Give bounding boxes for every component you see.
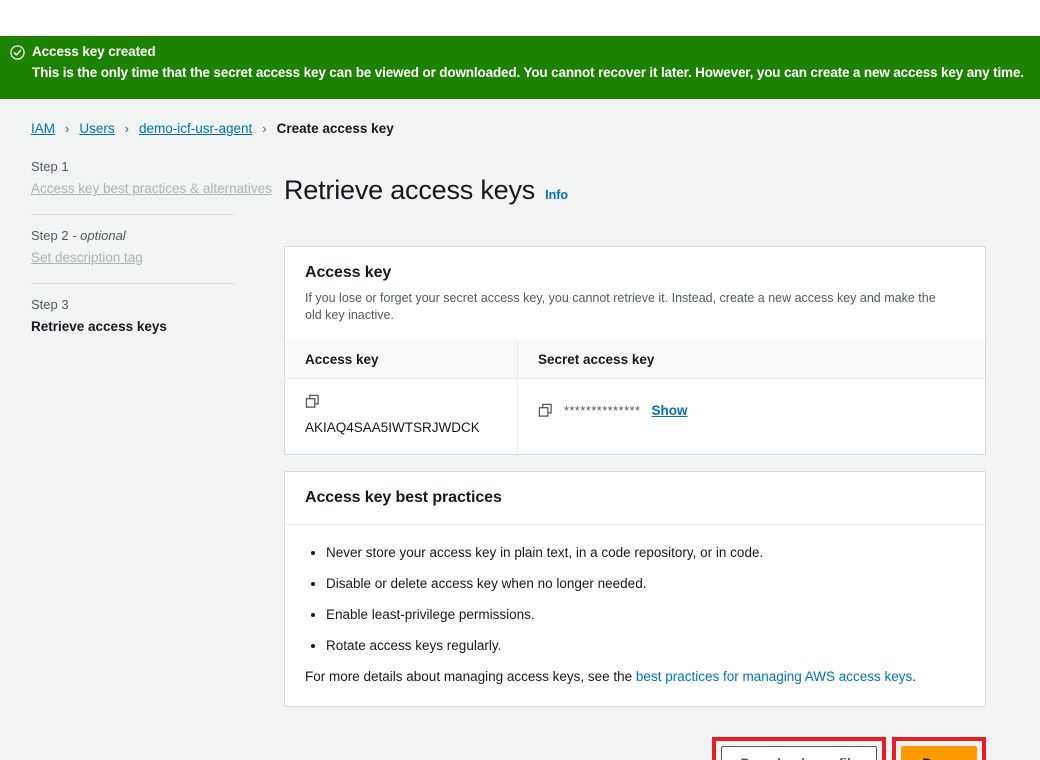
breadcrumb-item-users[interactable]: Users (79, 121, 114, 136)
check-circle-icon (10, 45, 25, 60)
step-1-number: Step 1 (31, 159, 69, 174)
breadcrumb-separator-icon: › (262, 121, 267, 136)
access-key-card-description: If you lose or forget your secret access… (305, 291, 936, 323)
wizard-steps-sidebar: Step 1 Access key best practices & alter… (0, 156, 284, 760)
access-key-card-title: Access key (305, 264, 392, 282)
step-2-optional-text: - optional (68, 228, 126, 243)
breadcrumb-item-iam[interactable]: IAM (31, 121, 55, 136)
sidebar-item-retrieve-access-keys: Retrieve access keys (31, 319, 167, 334)
sidebar-item-access-key-best-practices[interactable]: Access key best practices & alternatives (31, 178, 284, 200)
banner-title: Access key created (32, 44, 156, 59)
download-button-highlight: Download .csv file (712, 737, 887, 760)
done-button[interactable]: Done (901, 746, 977, 760)
best-practices-card-body: Never store your access key in plain tex… (285, 525, 985, 706)
best-practices-card-header: Access key best practices (285, 472, 985, 526)
secret-access-key-masked-value: ************** (564, 403, 641, 418)
breadcrumb-separator-icon: › (65, 121, 70, 136)
breadcrumb-item-user[interactable]: demo-icf-usr-agent (139, 121, 252, 136)
sidebar-step-2: Step 2 - optional Set description tag (31, 227, 284, 283)
access-key-card-header: Access key If you lose or forget your se… (285, 247, 985, 340)
info-link[interactable]: Info (545, 188, 568, 202)
step-3-number: Step 3 (31, 297, 69, 312)
list-item: Rotate access keys regularly. (326, 636, 965, 655)
best-practices-docs-link[interactable]: best practices for managing AWS access k… (636, 669, 912, 684)
sidebar-divider (31, 214, 235, 215)
list-item: Disable or delete access key when no lon… (326, 574, 965, 593)
top-strip (0, 0, 1040, 36)
column-header-secret-access-key: Secret access key (517, 340, 985, 379)
best-practices-footer-prefix: For more details about managing access k… (305, 669, 636, 685)
secret-access-key-cell: ************** Show (517, 379, 985, 455)
sidebar-divider (31, 283, 235, 284)
best-practices-list: Never store your access key in plain tex… (305, 543, 965, 655)
best-practices-footer: For more details about managing access k… (305, 667, 965, 686)
access-key-table: Access key Secret access key AKIAQ4SAA5I… (285, 340, 985, 455)
done-button-highlight: Done (892, 737, 986, 760)
page-title-row: Retrieve access keys Info (284, 156, 986, 224)
table-row: AKIAQ4SAA5IWTSRJWDCK ************** Show (285, 379, 985, 455)
page-title: Retrieve access keys (284, 175, 536, 206)
sidebar-item-set-description-tag[interactable]: Set description tag (31, 247, 284, 269)
breadcrumb-separator-icon: › (124, 121, 129, 136)
banner-message: This is the only time that the secret ac… (32, 65, 1024, 80)
copy-icon[interactable] (538, 403, 553, 418)
list-item: Never store your access key in plain tex… (326, 543, 965, 562)
content-area: IAM › Users › demo-icf-usr-agent › Creat… (0, 99, 1040, 760)
sidebar-step-1: Step 1 Access key best practices & alter… (31, 158, 284, 214)
main-column: Retrieve access keys Info Access key If … (284, 156, 1040, 760)
best-practices-footer-suffix: . (912, 669, 917, 685)
best-practices-card: Access key best practices Never store yo… (284, 471, 986, 708)
access-key-cell: AKIAQ4SAA5IWTSRJWDCK (285, 379, 517, 454)
copy-icon[interactable] (305, 394, 320, 409)
step-2-number-text: Step 2 (31, 228, 69, 243)
access-key-table-header: Access key Secret access key (285, 340, 985, 380)
step-2-number: Step 2 - optional (31, 227, 284, 245)
list-item: Enable least-privilege permissions. (326, 605, 965, 624)
footer-actions: Download .csv file Done (284, 723, 986, 760)
success-banner: Access key created This is the only time… (0, 36, 1040, 99)
sidebar-step-3: Step 3 Retrieve access keys (31, 296, 284, 352)
show-secret-key-link[interactable]: Show (652, 403, 688, 418)
download-csv-button[interactable]: Download .csv file (721, 746, 878, 760)
access-key-card: Access key If you lose or forget your se… (284, 246, 986, 456)
column-header-access-key: Access key (305, 352, 379, 368)
iam-create-access-key-page: Access key created This is the only time… (0, 0, 1040, 760)
access-key-value: AKIAQ4SAA5IWTSRJWDCK (305, 420, 480, 436)
breadcrumb-item-current: Create access key (276, 121, 394, 136)
best-practices-card-title: Access key best practices (305, 489, 502, 507)
breadcrumb: IAM › Users › demo-icf-usr-agent › Creat… (0, 99, 1040, 136)
page-layout: Step 1 Access key best practices & alter… (0, 136, 1040, 760)
